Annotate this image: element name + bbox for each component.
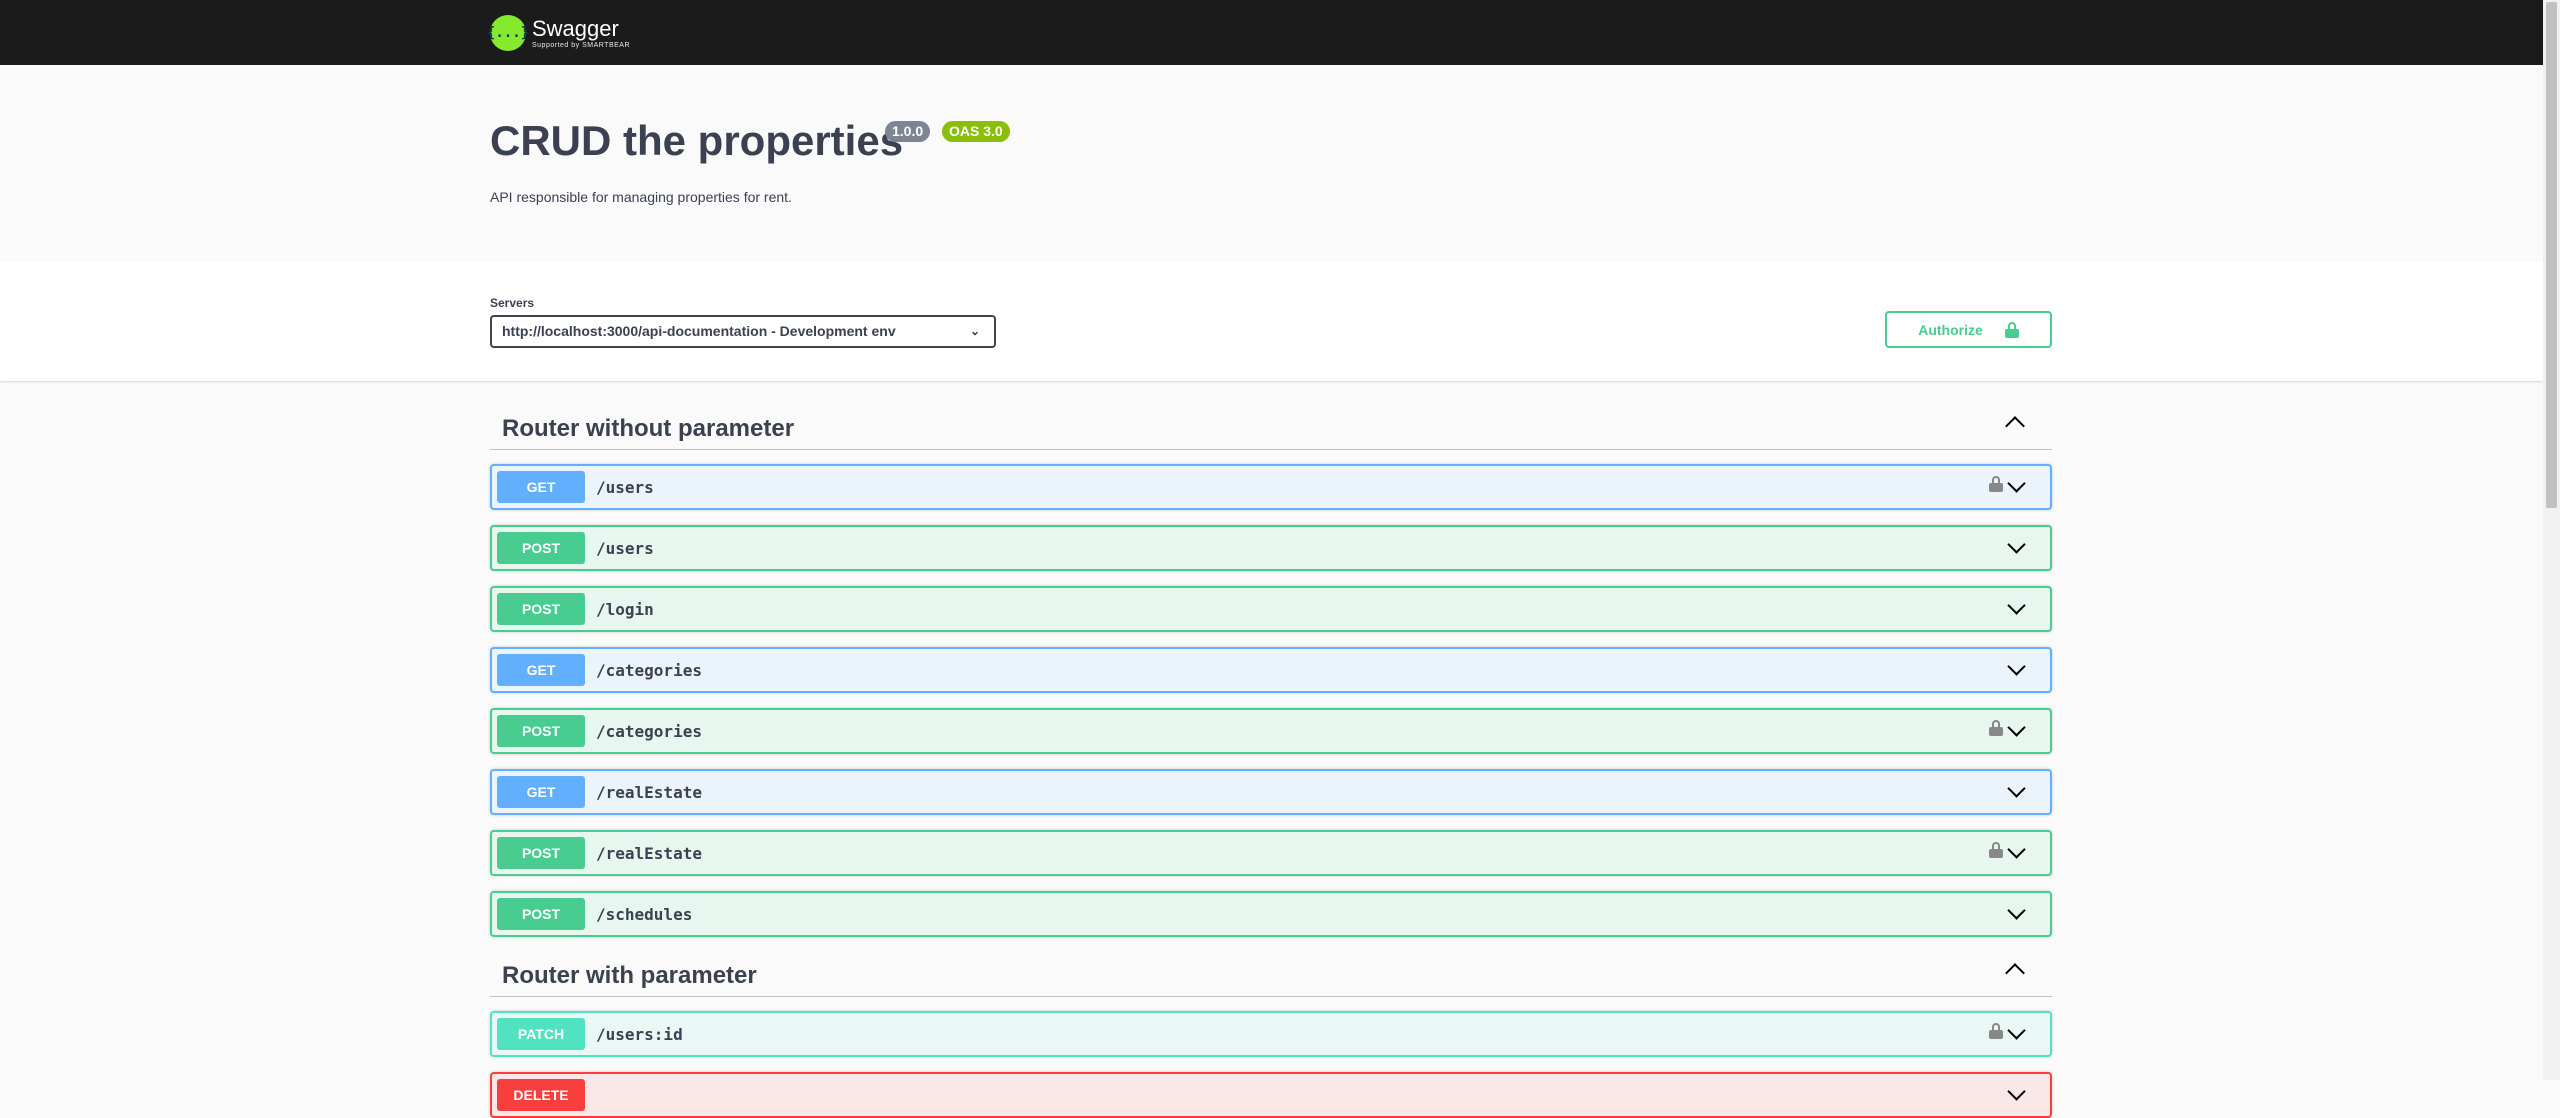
servers-select[interactable]: http://localhost:3000/api-documentation …: [490, 315, 996, 348]
operation-get[interactable]: GET/categories: [490, 647, 2052, 693]
chevron-down-icon: ⌄: [969, 324, 980, 338]
method-badge: PATCH: [497, 1018, 585, 1050]
unlocked-lock-icon: [1989, 1023, 2003, 1041]
chevron-down-icon[interactable]: [2007, 718, 2026, 737]
section-header[interactable]: Router without parameter: [490, 405, 2052, 450]
servers-selected-value: http://localhost:3000/api-documentation …: [502, 323, 896, 339]
chevron-up-icon[interactable]: [2005, 963, 2025, 983]
servers-label: Servers: [490, 296, 535, 310]
operation-lock[interactable]: [1989, 842, 2003, 865]
swagger-logo-icon: {...}: [487, 15, 529, 51]
chevron-down-icon[interactable]: [2007, 901, 2026, 920]
operation-path: /users:id: [596, 1025, 683, 1044]
chevron-down-icon[interactable]: [2007, 657, 2026, 676]
operation-lock[interactable]: [1989, 1023, 2003, 1046]
operation-path: /users: [596, 539, 654, 558]
section-title: Router with parameter: [502, 962, 757, 989]
chevron-down-icon[interactable]: [2007, 1021, 2026, 1040]
chevron-down-icon[interactable]: [2007, 779, 2026, 798]
chevron-down-icon[interactable]: [2007, 1082, 2026, 1101]
method-badge: GET: [497, 654, 585, 686]
api-info: [0, 65, 2543, 261]
method-badge: POST: [497, 532, 585, 564]
api-title: CRUD the properties: [490, 117, 904, 164]
operation-path: /realEstate: [596, 844, 702, 863]
chevron-down-icon[interactable]: [2007, 840, 2026, 859]
scrollbar-thumb[interactable]: [2546, 2, 2557, 508]
chevron-down-icon[interactable]: [2007, 596, 2026, 615]
operation-delete[interactable]: DELETE: [490, 1072, 2052, 1118]
operation-path: /login: [596, 600, 654, 619]
operation-path: /categories: [596, 722, 702, 741]
operation-get[interactable]: GET/realEstate: [490, 769, 2052, 815]
swagger-logo[interactable]: {...} Swagger Supported by SMARTBEAR: [487, 10, 631, 56]
operation-post[interactable]: POST/users: [490, 525, 2052, 571]
method-badge: DELETE: [497, 1079, 585, 1111]
unlocked-lock-icon: [1989, 476, 2003, 494]
operation-patch[interactable]: PATCH/users:id: [490, 1011, 2052, 1057]
method-badge: GET: [497, 776, 585, 808]
brand-name: Swagger: [532, 15, 619, 41]
scrollbar[interactable]: [2543, 0, 2560, 1080]
section-title: Router without parameter: [502, 415, 795, 442]
brand-tagline: Supported by SMARTBEAR: [532, 41, 631, 49]
method-badge: GET: [497, 471, 585, 503]
authorize-label: Authorize: [1918, 321, 1983, 338]
method-badge: POST: [497, 715, 585, 747]
operation-post[interactable]: POST/schedules: [490, 891, 2052, 937]
method-badge: POST: [497, 837, 585, 869]
operation-get[interactable]: GET/users: [490, 464, 2052, 510]
operation-post[interactable]: POST/categories: [490, 708, 2052, 754]
authorize-button[interactable]: Authorize: [1885, 311, 2052, 348]
operation-path: /schedules: [596, 905, 693, 924]
method-badge: POST: [497, 593, 585, 625]
method-badge: POST: [497, 898, 585, 930]
operation-lock[interactable]: [1989, 476, 2003, 499]
section-header[interactable]: Router with parameter: [490, 952, 2052, 997]
operation-post[interactable]: POST/realEstate: [490, 830, 2052, 876]
chevron-down-icon[interactable]: [2007, 535, 2026, 554]
version-badge: 1.0.0: [885, 121, 931, 142]
operation-path: /categories: [596, 661, 702, 680]
api-description: API responsible for managing properties …: [490, 189, 792, 205]
unlocked-lock-icon: [1989, 720, 2003, 738]
unlocked-lock-icon: [1989, 842, 2003, 860]
operation-path: /realEstate: [596, 783, 702, 802]
lock-icon: [2004, 321, 2019, 338]
operation-path: /users: [596, 478, 654, 497]
top-bar: {...} Swagger Supported by SMARTBEAR: [0, 0, 2543, 65]
operation-post[interactable]: POST/login: [490, 586, 2052, 632]
chevron-up-icon[interactable]: [2005, 416, 2025, 436]
oas-badge: OAS 3.0: [942, 121, 1010, 142]
scheme-container: [0, 261, 2543, 381]
chevron-down-icon[interactable]: [2007, 474, 2026, 493]
operation-lock[interactable]: [1989, 720, 2003, 743]
